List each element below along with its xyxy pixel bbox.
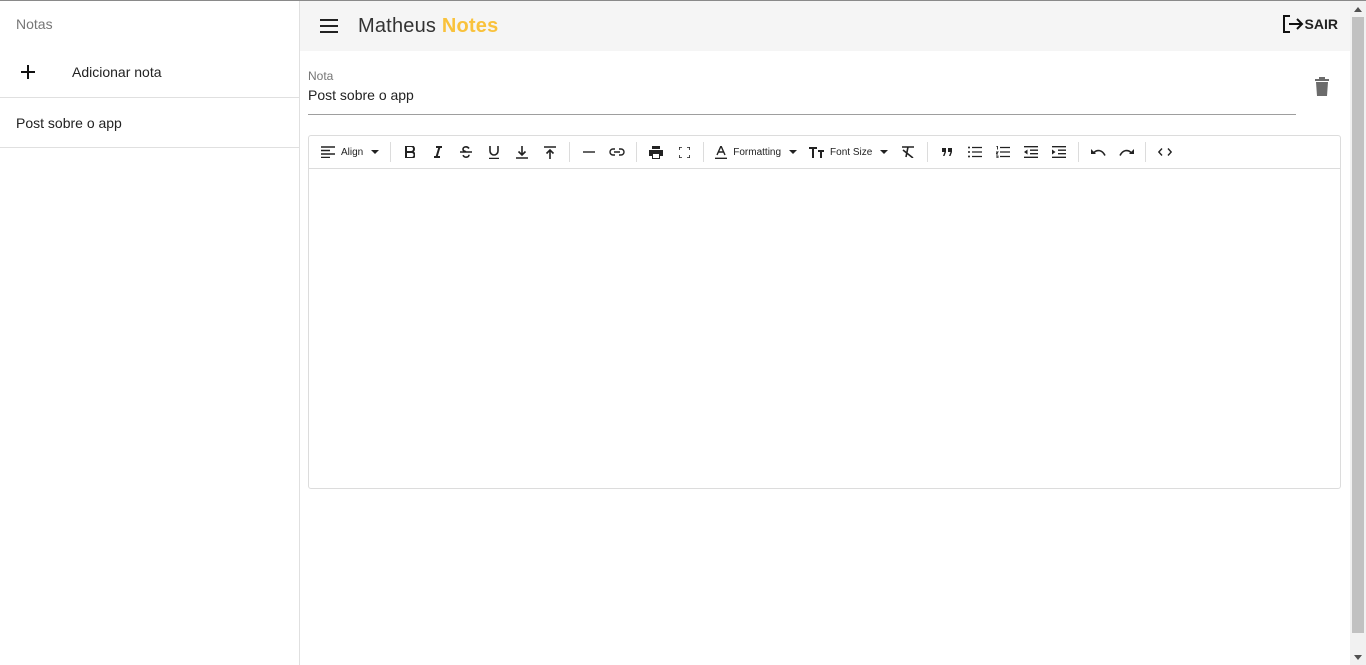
align-label: Align xyxy=(341,146,364,158)
bullet-list-button[interactable] xyxy=(961,140,989,164)
chevron-down-icon xyxy=(880,150,889,154)
code-view-button[interactable] xyxy=(1151,140,1179,164)
redo-icon xyxy=(1119,148,1134,156)
formatting-label: Formatting xyxy=(733,146,782,158)
superscript-icon xyxy=(544,145,557,159)
editor-content-area[interactable] xyxy=(309,169,1340,489)
delete-note-button[interactable] xyxy=(1314,76,1336,100)
text-color-icon xyxy=(715,145,728,159)
editor-toolbar: Align Formatting Font Size xyxy=(309,136,1340,169)
outdent-button[interactable] xyxy=(1017,140,1045,164)
brand-name: Matheus xyxy=(358,14,437,37)
strikethrough-icon xyxy=(460,146,473,158)
subscript-icon xyxy=(516,145,529,159)
numbered-list-button[interactable] xyxy=(989,140,1017,164)
print-button[interactable] xyxy=(642,140,670,164)
blockquote-button[interactable] xyxy=(933,140,961,164)
app-title: Matheus Notes xyxy=(358,15,498,38)
add-note-button[interactable]: Adicionar nota xyxy=(0,47,299,98)
redo-button[interactable] xyxy=(1112,140,1140,164)
bold-button[interactable] xyxy=(396,140,424,164)
logout-icon xyxy=(1282,15,1303,33)
toolbar-divider xyxy=(1145,142,1147,162)
link-button[interactable] xyxy=(603,140,631,164)
note-title-label: Nota xyxy=(308,69,334,83)
indent-icon xyxy=(1052,146,1067,158)
italic-button[interactable] xyxy=(424,140,452,164)
toolbar-divider xyxy=(1078,142,1080,162)
app-bar: Matheus Notes SAIR xyxy=(300,1,1350,51)
font-size-dropdown[interactable]: Font Size xyxy=(803,140,894,164)
align-left-icon xyxy=(321,146,335,158)
underline-icon xyxy=(489,145,500,159)
clear-format-button[interactable] xyxy=(894,140,922,164)
outdent-icon xyxy=(1024,146,1039,158)
bullet-list-icon xyxy=(968,146,983,158)
note-list-item[interactable]: Post sobre o app xyxy=(0,98,299,148)
scrollbar-thumb[interactable] xyxy=(1352,17,1364,633)
subscript-button[interactable] xyxy=(508,140,536,164)
note-title-field: Nota xyxy=(308,68,1296,115)
trash-icon xyxy=(1315,77,1329,96)
rich-text-editor: Align Formatting Font Size xyxy=(308,135,1341,489)
scroll-up-arrow-icon[interactable] xyxy=(1350,1,1366,17)
code-view-icon xyxy=(1158,148,1173,156)
print-icon xyxy=(649,145,664,159)
font-size-label: Font Size xyxy=(830,146,873,158)
underline-button[interactable] xyxy=(480,140,508,164)
italic-icon xyxy=(434,146,443,158)
plus-icon xyxy=(0,65,56,79)
logout-button[interactable]: SAIR xyxy=(1282,14,1338,34)
note-title-input[interactable] xyxy=(308,87,1296,103)
toolbar-divider xyxy=(569,142,571,162)
undo-button[interactable] xyxy=(1084,140,1112,164)
toolbar-divider xyxy=(703,142,705,162)
horizontal-rule-button[interactable] xyxy=(575,140,603,164)
toolbar-divider xyxy=(636,142,638,162)
align-dropdown[interactable]: Align xyxy=(315,140,385,164)
clear-format-icon xyxy=(902,146,915,158)
sidebar: Notas Adicionar nota Post sobre o app xyxy=(0,1,300,665)
fullscreen-button[interactable] xyxy=(670,140,698,164)
bold-icon xyxy=(405,146,416,158)
menu-icon[interactable] xyxy=(317,14,341,38)
logout-label: SAIR xyxy=(1304,16,1338,32)
formatting-dropdown[interactable]: Formatting xyxy=(709,140,803,164)
sidebar-title: Notas xyxy=(16,16,53,32)
toolbar-divider xyxy=(390,142,392,162)
quote-icon xyxy=(941,148,952,156)
superscript-button[interactable] xyxy=(536,140,564,164)
numbered-list-icon xyxy=(996,146,1011,158)
page-scrollbar[interactable] xyxy=(1350,1,1366,665)
chevron-down-icon xyxy=(789,150,798,154)
scroll-down-arrow-icon[interactable] xyxy=(1350,649,1366,665)
link-icon xyxy=(609,148,625,156)
fullscreen-icon xyxy=(678,146,690,158)
brand-accent: Notes xyxy=(441,14,499,37)
add-note-label: Adicionar nota xyxy=(72,64,162,80)
undo-icon xyxy=(1090,148,1106,156)
toolbar-divider xyxy=(927,142,929,162)
indent-button[interactable] xyxy=(1045,140,1073,164)
horizontal-rule-icon xyxy=(583,151,596,153)
strikethrough-button[interactable] xyxy=(452,140,480,164)
font-size-icon xyxy=(809,146,825,158)
chevron-down-icon xyxy=(371,150,380,154)
